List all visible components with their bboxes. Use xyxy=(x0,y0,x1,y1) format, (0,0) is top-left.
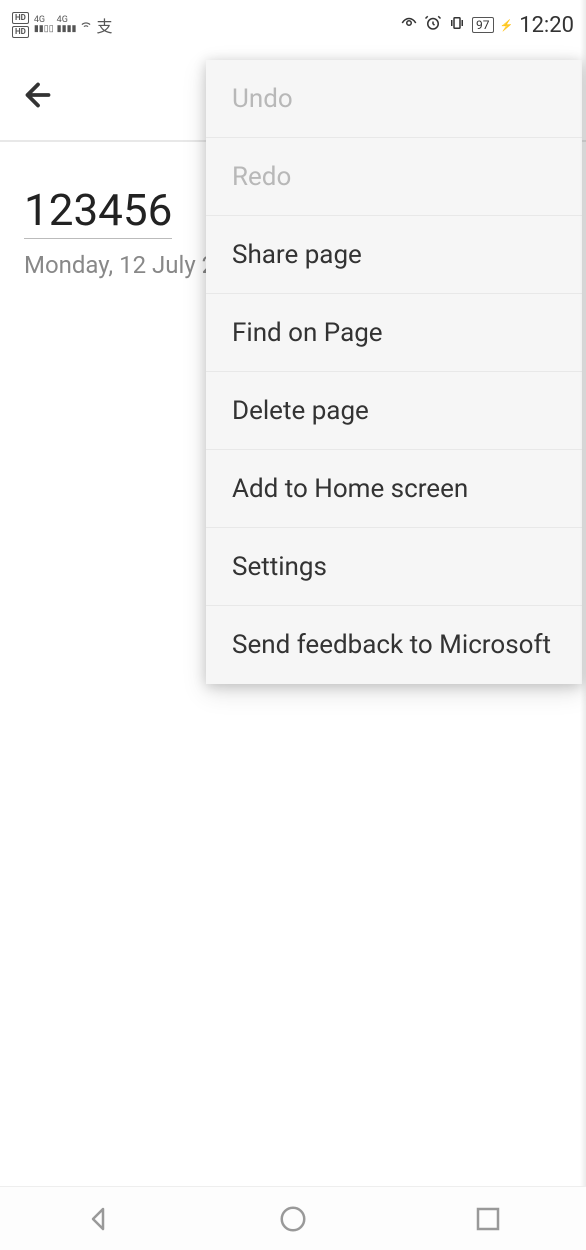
vibrate-icon xyxy=(448,14,466,37)
battery-icon: 97 xyxy=(472,17,494,33)
menu-send-feedback[interactable]: Send feedback to Microsoft xyxy=(206,606,582,684)
nav-home-icon[interactable] xyxy=(278,1204,308,1234)
charging-icon: ⚡ xyxy=(500,19,514,32)
back-arrow-icon[interactable] xyxy=(20,77,56,113)
menu-add-to-home-screen[interactable]: Add to Home screen xyxy=(206,450,582,528)
menu-share-page[interactable]: Share page xyxy=(206,216,582,294)
wifi-icon xyxy=(79,17,93,34)
nav-back-icon[interactable] xyxy=(83,1204,113,1234)
status-bar: HD HD 4G ▮▮▯▯ 4G ▮▮▮▮ 支 97 ⚡ 12:20 xyxy=(0,0,586,50)
menu-find-on-page[interactable]: Find on Page xyxy=(206,294,582,372)
menu-settings[interactable]: Settings xyxy=(206,528,582,606)
alipay-icon: 支 xyxy=(96,13,112,37)
status-right: 97 ⚡ 12:20 xyxy=(400,13,574,38)
signal-icon: 4G ▮▮▯▯ xyxy=(34,16,54,34)
menu-delete-page[interactable]: Delete page xyxy=(206,372,582,450)
menu-undo[interactable]: Undo xyxy=(206,60,582,138)
alarm-icon xyxy=(424,14,442,37)
nav-recent-icon[interactable] xyxy=(473,1204,503,1234)
eye-icon xyxy=(400,14,418,37)
scroll-edge xyxy=(580,0,586,1250)
hd-badge-icon: HD xyxy=(12,26,29,38)
nav-bar xyxy=(0,1186,586,1250)
hd-badge-icon: HD xyxy=(12,12,29,24)
overflow-menu: Undo Redo Share page Find on Page Delete… xyxy=(206,60,582,684)
signal-icon: 4G ▮▮▮▮ xyxy=(57,16,77,34)
status-left: HD HD 4G ▮▮▯▯ 4G ▮▮▮▮ 支 xyxy=(12,12,113,38)
time-label: 12:20 xyxy=(519,13,574,38)
menu-redo[interactable]: Redo xyxy=(206,138,582,216)
page-title[interactable]: 123456 xyxy=(24,184,172,239)
